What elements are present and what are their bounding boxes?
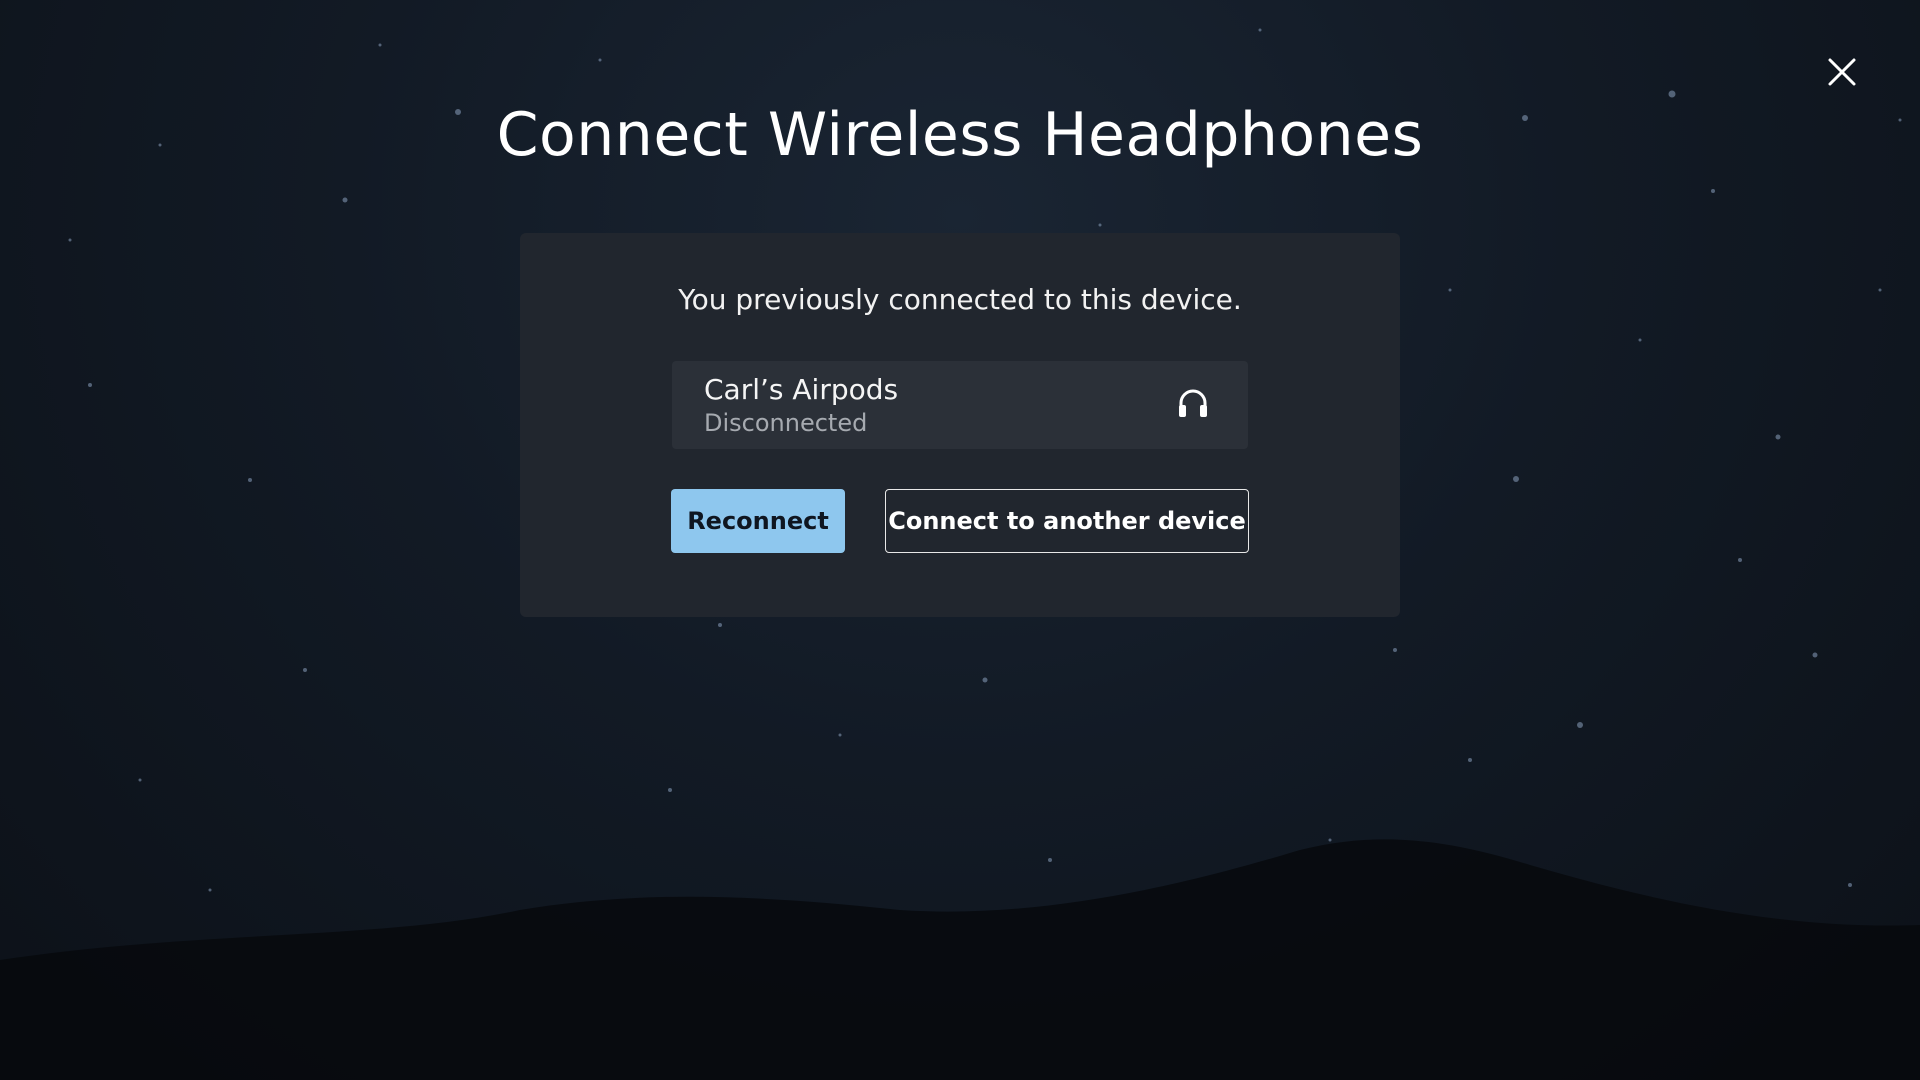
device-status: Disconnected: [704, 409, 868, 437]
close-button[interactable]: [1820, 50, 1864, 94]
close-icon: [1828, 58, 1856, 86]
previous-connection-message: You previously connected to this device.: [678, 283, 1242, 316]
page-title: Connect Wireless Headphones: [496, 100, 1424, 170]
device-panel: You previously connected to this device.…: [520, 233, 1400, 617]
mountain-silhouette: [0, 839, 1920, 1080]
reconnect-button[interactable]: Reconnect: [671, 489, 845, 553]
device-card[interactable]: Carl’s Airpods Disconnected: [672, 361, 1248, 449]
screen: Connect Wireless Headphones You previous…: [0, 0, 1920, 1080]
headphones-icon: [1179, 389, 1207, 417]
device-name: Carl’s Airpods: [704, 373, 899, 406]
connect-another-device-button[interactable]: Connect to another device: [885, 489, 1249, 553]
